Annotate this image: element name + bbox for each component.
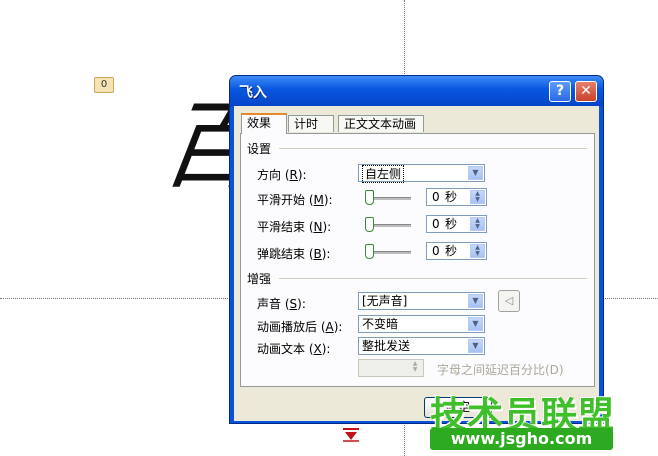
spinner-unit: 秒 <box>445 244 458 258</box>
spin-arrows-icon: ▲ ▼ <box>408 361 422 375</box>
spinner-unit: 秒 <box>445 217 458 231</box>
spinner-value: 0 <box>432 244 440 258</box>
effect-tab-panel: 设置 方向 (R): 自左侧 ▼ 平滑开始 (M): 0 秒 ▲ ▼ 平滑结束 (… <box>240 133 595 387</box>
animate-text-value: 整批发送 <box>362 339 411 353</box>
smooth-end-slider[interactable] <box>365 217 411 233</box>
tab-text-animation[interactable]: 正文文本动画 <box>338 115 424 132</box>
after-animation-select[interactable]: 不变暗 ▼ <box>358 315 485 333</box>
spinner-value: 0 <box>432 190 440 204</box>
chevron-down-icon[interactable]: ▼ <box>468 166 483 180</box>
spin-arrows-icon[interactable]: ▲ ▼ <box>470 217 485 231</box>
letter-delay-spinner: ▲ ▼ <box>358 359 424 377</box>
tab-effect[interactable]: 效果 <box>241 113 287 134</box>
direction-value: 自左侧 <box>362 165 405 183</box>
chevron-down-icon[interactable]: ▼ <box>468 294 483 308</box>
animation-order-tag[interactable]: 0 <box>94 77 114 93</box>
enhance-group-divider <box>279 278 587 279</box>
speaker-icon: ◁ <box>504 294 514 307</box>
sound-value: [无声音] <box>362 294 408 308</box>
animation-marker-icon <box>343 428 359 442</box>
settings-group-label: 设置 <box>247 142 272 156</box>
watermark-url: www.jsgho.com <box>430 428 613 450</box>
bounce-end-label: 弹跳结束 (B): <box>257 247 331 261</box>
direction-select[interactable]: 自左侧 ▼ <box>358 164 485 183</box>
spin-arrows-icon[interactable]: ▲ ▼ <box>470 190 485 204</box>
dialog-titlebar[interactable]: 飞入 ? ✕ <box>230 76 603 106</box>
bounce-end-spinner[interactable]: 0 秒 ▲ ▼ <box>426 242 487 260</box>
after-animation-label: 动画播放后 (A): <box>257 320 343 334</box>
chevron-down-icon[interactable]: ▼ <box>468 339 483 353</box>
letter-delay-label: 字母之间延迟百分比(D) <box>437 363 564 377</box>
smooth-end-label: 平滑结束 (N): <box>257 220 332 234</box>
bounce-end-slider[interactable] <box>365 244 411 260</box>
sound-select[interactable]: [无声音] ▼ <box>358 292 485 310</box>
chevron-down-icon[interactable]: ▼ <box>468 317 483 331</box>
speaker-volume-button[interactable]: ◁ <box>498 290 520 312</box>
spin-arrows-icon[interactable]: ▲ ▼ <box>470 244 485 258</box>
smooth-start-label: 平滑开始 (M): <box>257 193 333 207</box>
slider-thumb[interactable] <box>365 190 374 205</box>
sound-label: 声音 (S): <box>257 297 306 311</box>
direction-label: 方向 (R): <box>257 168 307 182</box>
settings-group-divider <box>279 148 587 149</box>
slider-thumb[interactable] <box>365 217 374 232</box>
after-animation-value: 不变暗 <box>362 317 399 331</box>
help-button[interactable]: ? <box>549 81 571 102</box>
smooth-start-spinner[interactable]: 0 秒 ▲ ▼ <box>426 188 487 206</box>
smooth-end-spinner[interactable]: 0 秒 ▲ ▼ <box>426 215 487 233</box>
animate-text-label: 动画文本 (X): <box>257 342 331 356</box>
dialog-title: 飞入 <box>239 85 267 101</box>
spinner-unit: 秒 <box>445 190 458 204</box>
close-button[interactable]: ✕ <box>575 81 597 102</box>
slider-thumb[interactable] <box>365 244 374 259</box>
tab-timing[interactable]: 计时 <box>288 115 334 132</box>
spinner-value: 0 <box>432 217 440 231</box>
animate-text-select[interactable]: 整批发送 ▼ <box>358 337 485 355</box>
fly-in-dialog: 飞入 ? ✕ 效果 计时 正文文本动画 设置 方向 (R): 自左侧 ▼ 平滑开… <box>229 75 604 424</box>
smooth-start-slider[interactable] <box>365 190 411 206</box>
enhance-group-label: 增强 <box>247 272 272 286</box>
dialog-client-area: 效果 计时 正文文本动画 设置 方向 (R): 自左侧 ▼ 平滑开始 (M): … <box>234 106 599 421</box>
